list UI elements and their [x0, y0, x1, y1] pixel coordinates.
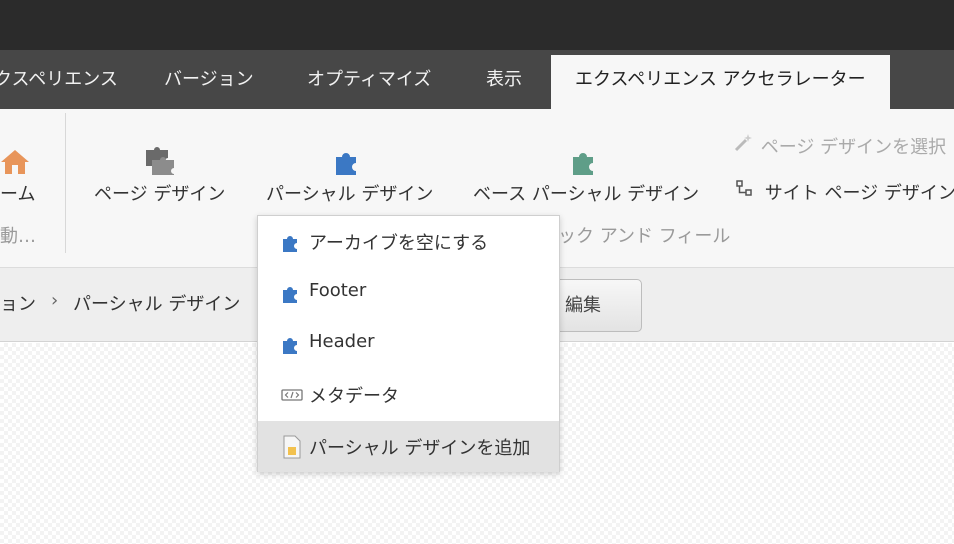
site-page-design-label: サイト ページ デザイン [764, 183, 954, 204]
menu-item-label: アーカイブを空にする [309, 233, 489, 254]
puzzle-icon [281, 282, 303, 304]
title-bar [0, 0, 954, 50]
page-design-button[interactable]: ページ デザイン [90, 109, 240, 209]
puzzle-icon [281, 333, 303, 355]
breadcrumb-separator-icon: › [51, 290, 59, 311]
base-partial-design-label: ベース パーシャル デザイン [473, 184, 700, 205]
tab-optimize[interactable]: オプティマイズ [307, 50, 431, 109]
ribbon-divider [65, 113, 66, 253]
page-design-icon [143, 147, 177, 181]
menu-item-empty-archive[interactable]: アーカイブを空にする [258, 216, 559, 267]
site-page-design-button[interactable]: サイト ページ デザイン [735, 179, 954, 205]
code-icon [281, 384, 303, 406]
menu-item-footer[interactable]: Footer [258, 267, 559, 318]
puzzle-icon [281, 231, 303, 253]
partial-design-dropdown: アーカイブを空にする Footer Header メタデータ パーシャル デザイ… [257, 215, 560, 472]
menu-item-label: Footer [309, 280, 367, 301]
add-document-icon [281, 435, 303, 459]
home-icon [0, 147, 30, 181]
look-and-feel-label: ルック アンド フィール [540, 226, 731, 247]
page-design-label: ページ デザイン [94, 184, 226, 205]
breadcrumb-item[interactable]: ョン [0, 290, 36, 316]
base-partial-design-button[interactable]: ベース パーシャル デザイン [468, 109, 708, 209]
home-label: ーム [0, 184, 36, 205]
breadcrumb-item-current[interactable]: パーシャル デザイン [73, 290, 240, 316]
menu-item-label: メタデータ [309, 386, 399, 407]
magic-wand-icon [733, 133, 755, 158]
partial-design-label: パーシャル デザイン [266, 184, 434, 205]
select-page-design-button[interactable]: ページ デザインを選択 [733, 133, 946, 159]
partial-design-button[interactable]: パーシャル デザイン [262, 109, 442, 209]
base-partial-design-puzzle-icon [569, 145, 601, 181]
tab-experience[interactable]: クスペリエンス [0, 50, 118, 109]
sitemap-icon [735, 179, 759, 204]
menu-item-label: パーシャル デザインを追加 [309, 438, 531, 459]
home-button[interactable]: ーム 動… [0, 109, 64, 259]
select-page-design-label: ページ デザインを選択 [760, 137, 947, 158]
ribbon-tab-bar: クスペリエンス バージョン オプティマイズ 表示 エクスペリエンス アクセラレー… [0, 50, 954, 109]
tab-versions[interactable]: バージョン [164, 50, 254, 109]
home-sub-label: 動… [0, 226, 36, 247]
menu-item-label: Header [309, 331, 375, 352]
menu-item-header[interactable]: Header [258, 318, 559, 369]
partial-design-puzzle-icon [332, 145, 364, 181]
tab-view[interactable]: 表示 [486, 50, 522, 109]
tab-experience-accelerator[interactable]: エクスペリエンス アクセラレーター [551, 55, 890, 109]
menu-item-metadata[interactable]: メタデータ [258, 369, 559, 420]
menu-item-add-partial-design[interactable]: パーシャル デザインを追加 [258, 421, 559, 472]
